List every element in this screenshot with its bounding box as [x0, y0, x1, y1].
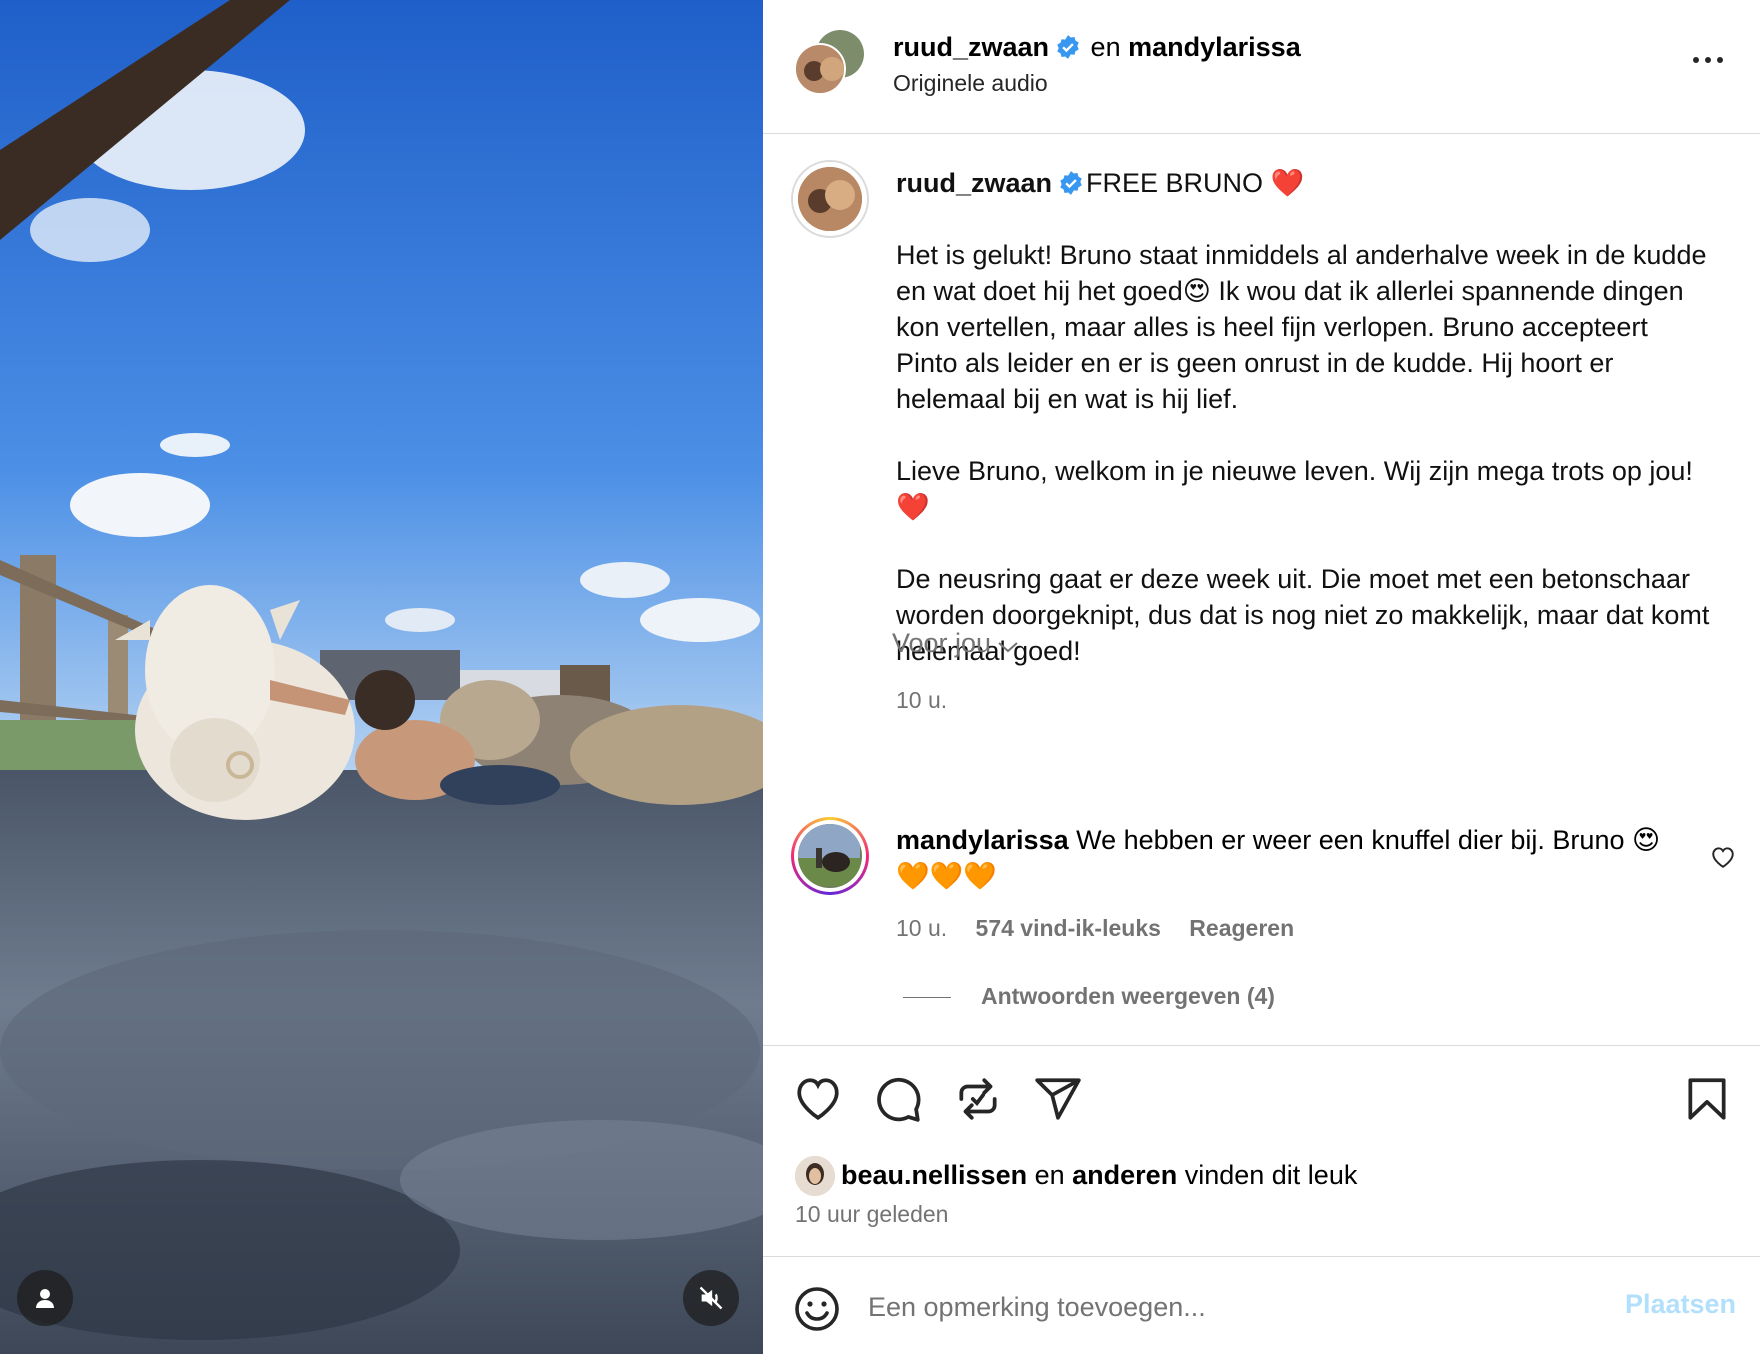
- comment-meta: 10 u. 574 vind-ik-leuks Reageren: [896, 915, 1316, 942]
- chevron-down-icon: [998, 642, 1018, 653]
- post-comment-button[interactable]: Plaatsen: [1625, 1289, 1736, 1320]
- caption-paragraph: Lieve Bruno, welkom in je nieuwe leven. …: [896, 456, 1701, 522]
- verified-badge-icon: [1060, 171, 1082, 195]
- reply-button[interactable]: Reageren: [1189, 915, 1294, 941]
- post-timestamp[interactable]: 10 uur geleden: [795, 1201, 948, 1228]
- audio-link[interactable]: Originele audio: [893, 70, 1048, 97]
- add-comment-bar: Plaatsen: [763, 1256, 1760, 1354]
- comments-sort-dropdown[interactable]: Voor jou: [892, 628, 1019, 659]
- caption-author-avatar[interactable]: [791, 160, 869, 238]
- comment-likes-count[interactable]: 574 vind-ik-leuks: [976, 915, 1161, 941]
- sort-label: Voor jou: [892, 628, 992, 658]
- post-video[interactable]: [0, 0, 763, 1354]
- post-header: ruud_zwaan en mandylarissa Originele aud…: [763, 0, 1760, 134]
- post-side-panel: ruud_zwaan en mandylarissa Originele aud…: [763, 0, 1760, 1354]
- header-usernames: ruud_zwaan en mandylarissa: [893, 30, 1301, 64]
- user-tag-button[interactable]: [17, 1270, 73, 1326]
- video-frame-image: [0, 0, 763, 1354]
- comment-like-heart-icon[interactable]: [1710, 845, 1736, 869]
- replies-divider: [903, 997, 951, 999]
- emoji-icon[interactable]: [793, 1285, 841, 1333]
- instagram-post-view: ruud_zwaan en mandylarissa Originele aud…: [0, 0, 1760, 1354]
- header-collaborator-link[interactable]: mandylarissa: [1128, 32, 1301, 62]
- commenter-avatar-image: [798, 824, 860, 886]
- comment-body: mandylarissa We hebben er weer een knuff…: [896, 822, 1676, 894]
- caption-avatar-image: [798, 167, 862, 231]
- bookmark-icon[interactable]: [1682, 1074, 1732, 1124]
- commenter-avatar[interactable]: [791, 817, 869, 895]
- user-tag-icon: [36, 1289, 54, 1308]
- repost-icon[interactable]: [953, 1074, 1003, 1124]
- caption-paragraph: Het is gelukt! Bruno staat inmiddels al …: [896, 240, 1714, 414]
- comment-icon[interactable]: [873, 1074, 923, 1124]
- header-conjunction: en: [1090, 32, 1121, 62]
- share-icon[interactable]: [1033, 1074, 1083, 1124]
- likes-others-link[interactable]: anderen: [1072, 1160, 1177, 1190]
- comment-item: mandylarissa We hebben er weer een knuff…: [763, 680, 1760, 1009]
- likes-conjunction: en: [1034, 1160, 1065, 1190]
- caption-headline: FREE BRUNO ❤️: [1086, 168, 1305, 198]
- likes-suffix: vinden dit leuk: [1184, 1160, 1358, 1190]
- liker-avatar[interactable]: [795, 1156, 835, 1196]
- commenter-username-link[interactable]: mandylarissa: [896, 825, 1069, 855]
- caption-author-link[interactable]: ruud_zwaan: [896, 168, 1052, 198]
- more-icon[interactable]: [1686, 45, 1730, 75]
- liker-avatar-image: [795, 1156, 835, 1196]
- author-avatar[interactable]: [794, 43, 846, 95]
- likes-summary: beau.nellissen en anderen vinden dit leu…: [795, 1156, 1357, 1196]
- comment-input[interactable]: [868, 1277, 1568, 1337]
- mute-toggle-button[interactable]: [683, 1270, 739, 1326]
- comment-timestamp[interactable]: 10 u.: [896, 915, 947, 941]
- heart-icon[interactable]: [793, 1074, 843, 1124]
- verified-badge-icon: [1057, 35, 1079, 59]
- liker-username-link[interactable]: beau.nellissen: [841, 1160, 1027, 1190]
- view-replies-label: Antwoorden weergeven (4): [981, 983, 1275, 1009]
- author-avatar-image: [796, 45, 844, 93]
- view-replies-button[interactable]: Antwoorden weergeven (4): [903, 983, 1275, 1010]
- caption-text: ruud_zwaan FREE BRUNO ❤️ Het is gelukt! B…: [896, 165, 1716, 705]
- muted-speaker-icon: [699, 1286, 723, 1310]
- header-author-link[interactable]: ruud_zwaan: [893, 32, 1049, 62]
